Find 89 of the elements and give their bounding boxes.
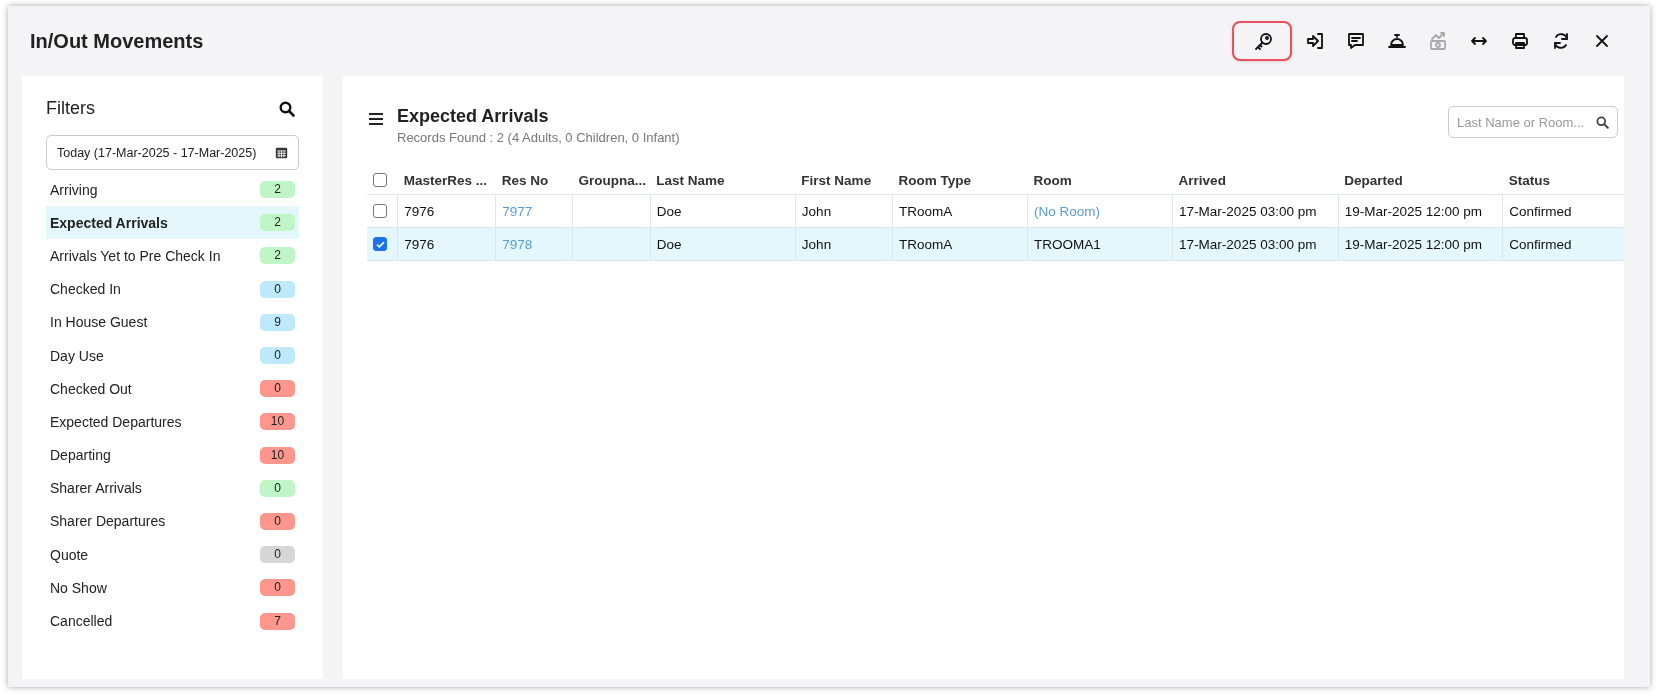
filter-item[interactable]: Expected Arrivals 2 [46, 206, 299, 240]
date-range-field[interactable]: Today (17-Mar-2025 - 17-Mar-2025) [46, 135, 299, 170]
filter-item[interactable]: No Show 0 [46, 571, 299, 605]
filter-item[interactable]: Day Use 0 [46, 338, 299, 373]
window-title: In/Out Movements [30, 29, 205, 53]
count-badge: 10 [260, 446, 295, 464]
search-field[interactable]: Last Name or Room... [1448, 106, 1618, 138]
filter-label: Expected Departures [50, 413, 182, 430]
refresh-icon [1551, 31, 1571, 51]
table-cell: 19-Mar-2025 12:00 pm [1344, 203, 1483, 219]
search-icon[interactable] [279, 100, 295, 117]
records-summary: Records Found : 2 (4 Adults, 0 Children, 0 Infant) [397, 130, 681, 145]
filter-item[interactable]: Expected Departures 10 [46, 405, 299, 439]
key-icon [1252, 31, 1272, 51]
filter-item[interactable]: Checked Out 0 [46, 372, 299, 406]
column-header[interactable]: Room Type [898, 172, 971, 188]
calendar-icon [275, 146, 288, 159]
filter-label: Sharer Arrivals [50, 480, 142, 497]
comment-icon [1346, 31, 1366, 51]
count-badge: 0 [260, 479, 295, 497]
filter-label: Cancelled [50, 613, 113, 630]
count-badge: 0 [260, 579, 295, 597]
column-header[interactable]: Room [1033, 172, 1072, 188]
count-badge: 0 [260, 380, 295, 398]
count-badge: 0 [260, 347, 295, 365]
filter-label: Sharer Departures [50, 513, 166, 530]
column-header[interactable]: Last Name [656, 172, 725, 188]
table-cell: Confirmed [1509, 203, 1572, 219]
table-cell: John [801, 203, 832, 219]
date-range-text: Today (17-Mar-2025 - 17-Mar-2025) [57, 145, 257, 160]
table-cell: TROOMA1 [1033, 236, 1101, 252]
filter-label: No Show [50, 579, 107, 596]
filter-label: Day Use [50, 347, 104, 364]
table-cell: 17-Mar-2025 03:00 pm [1179, 236, 1317, 252]
count-badge: 0 [260, 546, 295, 564]
filter-label: Arriving [50, 181, 98, 198]
filter-item[interactable]: Sharer Arrivals 0 [46, 471, 299, 505]
count-badge: 0 [260, 280, 295, 298]
print-icon [1510, 31, 1530, 51]
column-header[interactable]: Arrived [1178, 172, 1226, 188]
table-cell: TRoomA [899, 236, 953, 252]
table-cell: John [801, 236, 832, 252]
column-header[interactable]: MasterRes ... [403, 172, 487, 188]
checkbox[interactable] [373, 237, 387, 251]
table-cell: Doe [656, 203, 682, 219]
filter-label: Expected Arrivals [50, 214, 168, 231]
filter-label: Checked Out [50, 380, 132, 397]
table-cell: 17-Mar-2025 03:00 pm [1179, 203, 1317, 219]
filter-label: Checked In [50, 281, 121, 298]
filter-item[interactable]: Sharer Departures 0 [46, 504, 299, 539]
filter-label: Departing [50, 447, 111, 464]
checkbox[interactable] [373, 173, 387, 187]
table-cell: Confirmed [1509, 236, 1572, 252]
filter-item[interactable]: Arrivals Yet to Pre Check In 2 [46, 239, 299, 273]
column-header[interactable]: Departed [1344, 172, 1403, 188]
menu-icon[interactable] [367, 110, 385, 128]
table-cell: 7976 [404, 203, 435, 219]
column-header[interactable]: First Name [801, 172, 872, 188]
count-badge: 7 [260, 612, 295, 630]
bell-icon [1387, 31, 1407, 51]
sign-in-icon [1305, 31, 1325, 51]
filter-item[interactable]: Cancelled 7 [46, 604, 299, 638]
filter-label: In House Guest [50, 314, 148, 331]
count-badge: 10 [260, 413, 295, 431]
count-badge: 0 [260, 512, 295, 530]
count-badge: 2 [260, 247, 295, 265]
panel-title: Filters [46, 98, 95, 119]
filter-item[interactable]: Checked In 0 [46, 272, 299, 306]
filter-item[interactable]: Departing 10 [46, 438, 299, 472]
filter-label: Quote [50, 546, 89, 563]
checkbox[interactable] [373, 204, 387, 218]
column-header[interactable]: Groupna... [578, 172, 646, 188]
table-cell: 7976 [404, 236, 435, 252]
count-badge: 9 [260, 313, 295, 331]
filter-item[interactable]: In House Guest 9 [46, 305, 299, 339]
column-header[interactable]: Res No [501, 172, 549, 188]
table-cell: TRoomA [899, 203, 953, 219]
table-cell: 19-Mar-2025 12:00 pm [1344, 236, 1483, 252]
filter-item[interactable]: Quote 0 [46, 538, 299, 572]
filter-item[interactable]: Arriving 2 [46, 173, 299, 207]
count-badge: 2 [260, 214, 295, 232]
count-badge: 2 [260, 181, 295, 199]
search-icon[interactable] [1596, 116, 1609, 129]
money-icon [1428, 31, 1448, 51]
results-title: Expected Arrivals [397, 106, 550, 127]
column-header[interactable]: Status [1508, 172, 1551, 188]
toolbar-button[interactable] [1234, 23, 1290, 59]
table-cell: Doe [656, 236, 682, 252]
filter-label: Arrivals Yet to Pre Check In [50, 247, 221, 264]
